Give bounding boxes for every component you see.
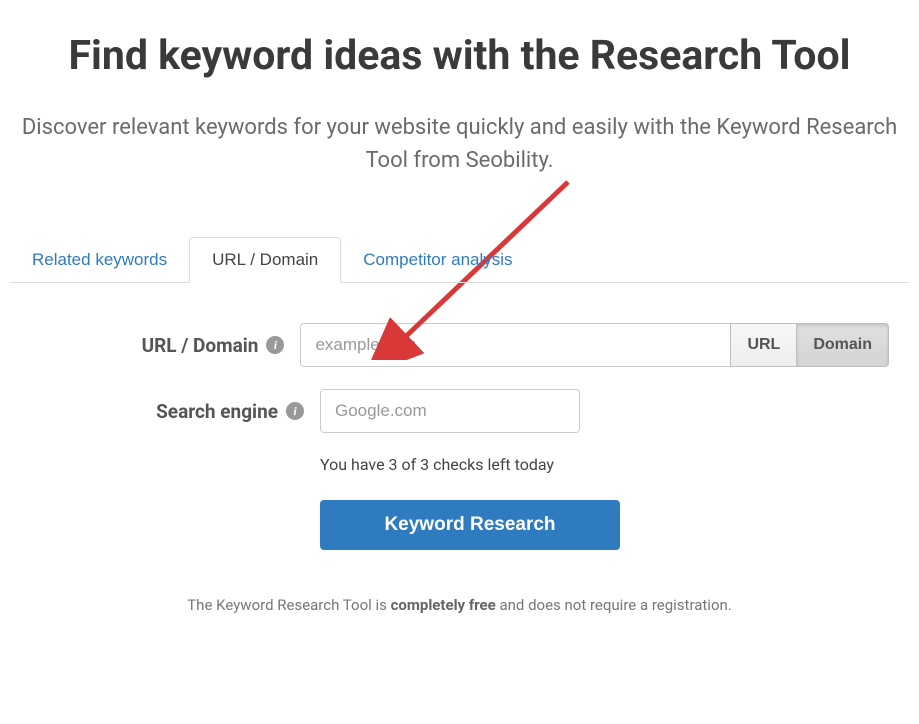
keyword-research-button[interactable]: Keyword Research	[320, 500, 620, 550]
search-engine-input[interactable]	[320, 389, 580, 433]
form-panel: URL / Domain i URL Domain Search engine …	[10, 283, 909, 560]
page-subtitle: Discover relevant keywords for your webs…	[10, 111, 909, 177]
footer-suffix: and does not require a registration.	[496, 596, 732, 614]
url-domain-label: URL / Domain i	[30, 334, 300, 357]
toggle-url-button[interactable]: URL	[730, 323, 797, 367]
url-domain-input[interactable]	[300, 323, 730, 367]
footer-prefix: The Keyword Research Tool is	[187, 596, 390, 614]
tab-url-domain[interactable]: URL / Domain	[189, 237, 341, 283]
tab-competitor-analysis[interactable]: Competitor analysis	[341, 237, 534, 282]
tabs-bar: Related keywords URL / Domain Competitor…	[10, 237, 909, 283]
footer-note: The Keyword Research Tool is completely …	[10, 596, 909, 614]
tab-related-keywords[interactable]: Related keywords	[10, 237, 189, 282]
info-icon[interactable]: i	[286, 402, 304, 420]
search-engine-label: Search engine i	[30, 400, 320, 423]
checks-remaining-text: You have 3 of 3 checks left today	[320, 455, 889, 474]
search-engine-label-text: Search engine	[156, 400, 278, 423]
page-title: Find keyword ideas with the Research Too…	[10, 30, 909, 83]
toggle-domain-button[interactable]: Domain	[797, 323, 889, 367]
info-icon[interactable]: i	[266, 336, 284, 354]
url-domain-label-text: URL / Domain	[142, 334, 259, 357]
footer-bold: completely free	[391, 596, 496, 614]
